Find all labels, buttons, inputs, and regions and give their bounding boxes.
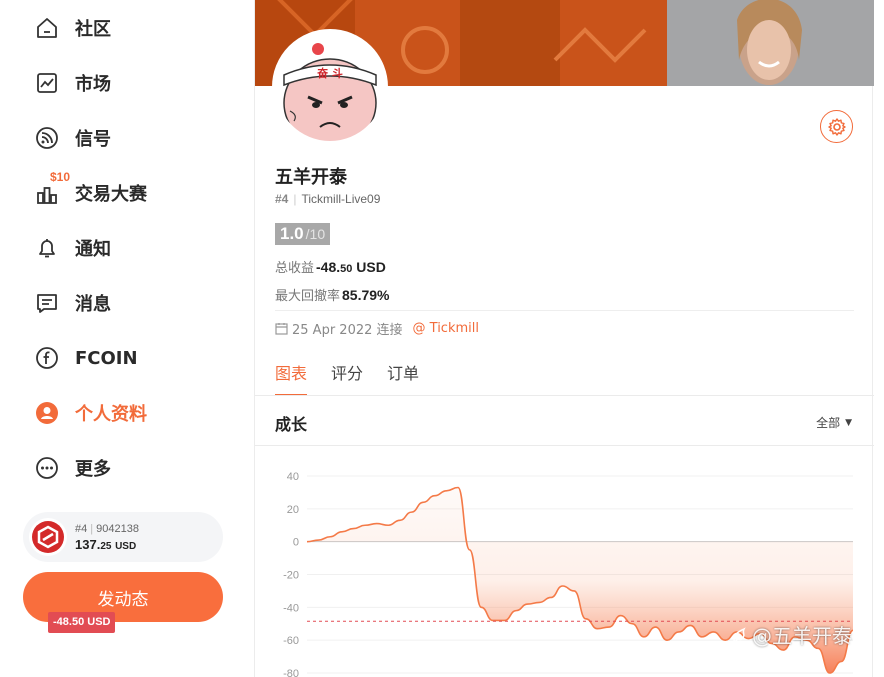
chart-icon bbox=[33, 69, 61, 97]
y-tick-label: -20 bbox=[283, 570, 299, 582]
section-title: 成长 bbox=[275, 415, 308, 434]
sidebar: 社区 市场 信号 $10 交易大赛 通知 消息 FCOIN 个人资料 更多 #4… bbox=[0, 0, 254, 677]
score-max: /10 bbox=[305, 226, 326, 242]
account-balance-decimals: 25 bbox=[100, 540, 112, 552]
profile-name: 五羊开泰 bbox=[275, 167, 347, 188]
tabs-divider bbox=[255, 395, 874, 396]
score-value: 1.0 bbox=[280, 224, 304, 243]
more-icon bbox=[33, 454, 61, 482]
contest-badge: $10 bbox=[50, 170, 71, 184]
caret-down-icon: ▼ bbox=[845, 417, 852, 428]
sidebar-item-community[interactable]: 社区 bbox=[33, 12, 111, 44]
sidebar-item-messages[interactable]: 消息 bbox=[33, 287, 111, 319]
gear-icon bbox=[827, 117, 846, 136]
sidebar-item-label: 个人资料 bbox=[75, 404, 147, 425]
sidebar-item-signals[interactable]: 信号 bbox=[33, 122, 111, 154]
range-select-value: 全部 bbox=[816, 416, 841, 430]
y-tick-label: 40 bbox=[287, 471, 299, 483]
profile-main: 奋 斗 五羊开泰 #4 | Tickmill-Live09 1.0 /10 总收… bbox=[254, 0, 874, 677]
account-number: 9042138 bbox=[96, 522, 139, 535]
tab-orders[interactable]: 订单 bbox=[387, 360, 419, 396]
sidebar-item-label: 社区 bbox=[75, 19, 111, 40]
sidebar-item-label: FCOIN bbox=[75, 347, 138, 369]
message-icon bbox=[33, 289, 61, 317]
sidebar-item-label: 市场 bbox=[75, 74, 111, 95]
app-root: 社区 市场 信号 $10 交易大赛 通知 消息 FCOIN 个人资料 更多 #4… bbox=[0, 0, 884, 677]
contest-icon: $10 bbox=[33, 170, 70, 207]
drawdown-row: 最大回撤率 85.79% bbox=[275, 285, 390, 304]
tab-rating[interactable]: 评分 bbox=[331, 360, 363, 396]
watermark-text: @五羊开泰 bbox=[752, 624, 852, 648]
account-card[interactable]: #4 | 9042138 137.25 USD bbox=[23, 512, 223, 562]
total-profit-decimals: 50 bbox=[340, 263, 353, 275]
y-tick-label: 0 bbox=[293, 537, 299, 549]
sidebar-item-label: 信号 bbox=[75, 129, 111, 150]
profile-icon bbox=[33, 399, 61, 427]
tab-chart[interactable]: 图表 bbox=[275, 360, 308, 396]
divider bbox=[275, 310, 854, 311]
connected-date: 25 Apr 2022 连接 bbox=[292, 323, 403, 338]
profile-account: Tickmill-Live09 bbox=[301, 192, 381, 206]
rank-row: #4 | Tickmill-Live09 bbox=[275, 192, 381, 206]
broker-link[interactable]: @ Tickmill bbox=[413, 321, 479, 336]
bell-icon bbox=[33, 234, 61, 262]
watermark: @五羊开泰 bbox=[730, 620, 852, 649]
total-profit-row: 总收益 -48.50 USD bbox=[275, 257, 386, 276]
sidebar-item-label: 更多 bbox=[75, 459, 111, 480]
current-value-label: -48.50 USD bbox=[48, 612, 116, 633]
drawdown-value: 85.79% bbox=[342, 287, 390, 303]
y-tick-label: -80 bbox=[283, 668, 299, 677]
watermark-logo-icon bbox=[733, 626, 746, 642]
avatar-headband-text: 奋 斗 bbox=[316, 66, 343, 80]
total-profit-value: -48. bbox=[316, 259, 341, 275]
profile-tabs: 图表 评分 订单 bbox=[275, 360, 443, 396]
sidebar-item-profile[interactable]: 个人资料 bbox=[33, 397, 147, 429]
sidebar-item-label: 消息 bbox=[75, 294, 111, 315]
broker-logo-icon bbox=[29, 518, 67, 556]
fcoin-icon bbox=[33, 344, 61, 372]
account-currency: USD bbox=[115, 540, 137, 552]
avatar[interactable]: 奋 斗 bbox=[272, 29, 388, 145]
y-tick-label: 20 bbox=[287, 504, 299, 516]
settings-button[interactable] bbox=[820, 110, 853, 143]
home-icon bbox=[33, 14, 61, 42]
profile-rank: #4 bbox=[275, 192, 289, 206]
y-tick-label: -60 bbox=[283, 635, 299, 647]
sidebar-item-more[interactable]: 更多 bbox=[33, 452, 111, 484]
sidebar-item-fcoin[interactable]: FCOIN bbox=[33, 342, 138, 374]
sidebar-item-market[interactable]: 市场 bbox=[33, 67, 111, 99]
sidebar-item-label: 交易大赛 bbox=[75, 184, 147, 205]
total-profit-label: 总收益 bbox=[275, 261, 315, 276]
account-rank: #4 bbox=[75, 522, 88, 535]
y-tick-label: -40 bbox=[283, 602, 299, 614]
sidebar-item-contest[interactable]: $10 交易大赛 bbox=[33, 170, 147, 209]
connect-row: 25 Apr 2022 连接 @ Tickmill bbox=[275, 319, 479, 338]
calendar-icon bbox=[275, 323, 288, 335]
score-badge: 1.0 /10 bbox=[275, 223, 331, 245]
sidebar-item-notifications[interactable]: 通知 bbox=[33, 232, 111, 264]
signal-icon bbox=[33, 124, 61, 152]
total-profit-currency: USD bbox=[356, 259, 386, 275]
drawdown-label: 最大回撤率 bbox=[275, 289, 341, 304]
account-balance: 137. bbox=[75, 536, 101, 552]
sidebar-item-label: 通知 bbox=[75, 239, 111, 260]
range-select[interactable]: 全部 ▼ bbox=[816, 414, 852, 431]
banner-photo bbox=[667, 0, 874, 86]
